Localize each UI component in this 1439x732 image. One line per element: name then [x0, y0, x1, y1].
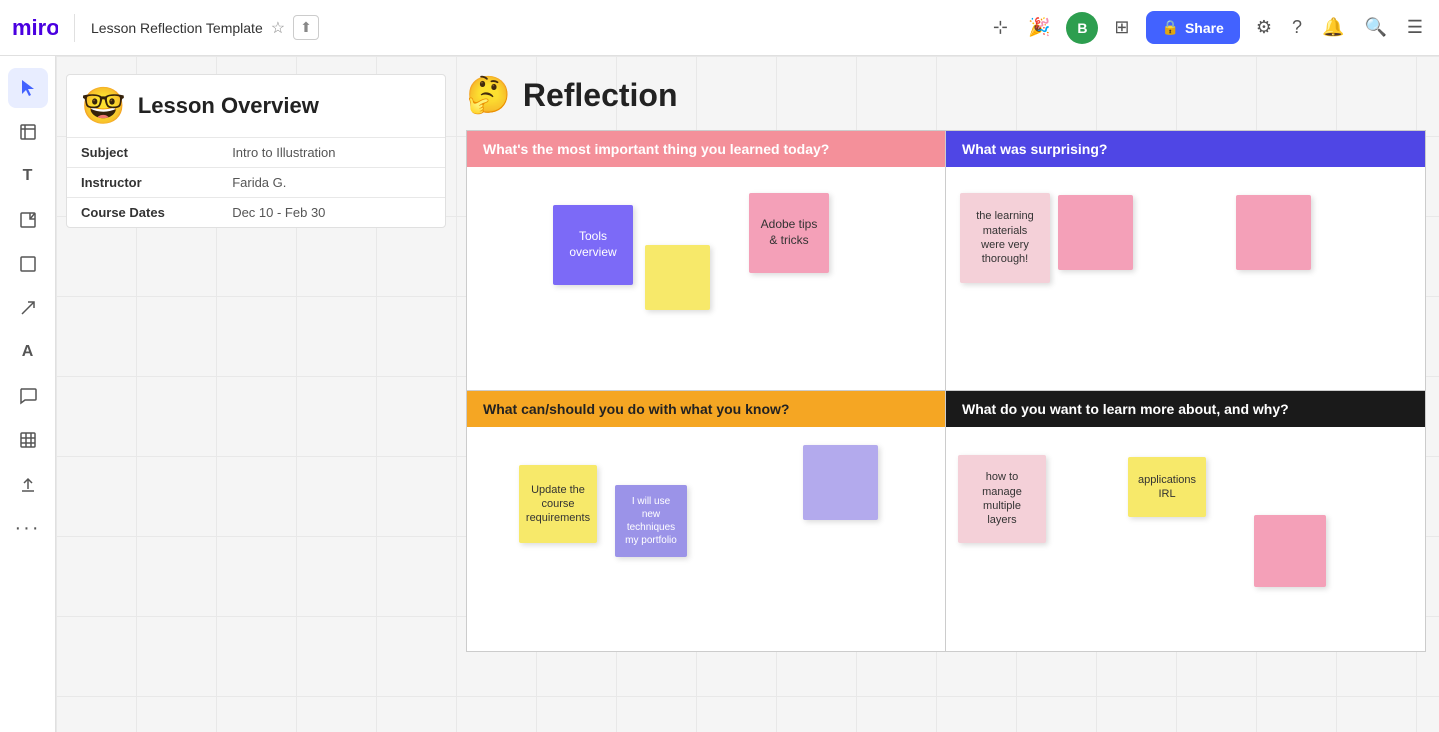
sidebar-shape-tool[interactable]	[8, 244, 48, 284]
sidebar-select-tool[interactable]	[8, 68, 48, 108]
sidebar-table-tool[interactable]	[8, 420, 48, 460]
user-avatar[interactable]: B	[1066, 12, 1098, 44]
sticky-pink-blank-3[interactable]	[1254, 515, 1326, 587]
quadrant-learn-more: What do you want to learn more about, an…	[946, 391, 1425, 651]
sidebar-font-tool[interactable]: A	[8, 332, 48, 372]
sticky-text: Tools overview	[563, 229, 623, 260]
sticky-text: the learning materials were very thoroug…	[970, 209, 1040, 266]
topbar-divider	[74, 14, 75, 42]
table-row: Instructor Farida G.	[67, 168, 445, 198]
reflection-section: 🤔 Reflection What's the most important t…	[466, 74, 1426, 652]
reflection-grid: What's the most important thing you lear…	[466, 130, 1426, 652]
title-area: Lesson Reflection Template ☆ ⬆	[91, 15, 319, 40]
sticky-new-techniques[interactable]: I will use new techniques my portfolio	[615, 485, 687, 557]
course-dates-value: Dec 10 - Feb 30	[218, 198, 445, 228]
sticky-manage-layers[interactable]: how to manage multiple layers	[958, 455, 1046, 543]
sidebar-upload-tool[interactable]	[8, 464, 48, 504]
course-dates-label: Course Dates	[67, 198, 218, 228]
document-title: Lesson Reflection Template	[91, 20, 263, 36]
notifications-icon[interactable]: 🔔	[1318, 13, 1348, 42]
sticky-adobe-tips[interactable]: Adobe tips & tricks	[749, 193, 829, 273]
sidebar-more-tool[interactable]: ···	[8, 508, 48, 548]
q1-body: Tools overview Adobe tips & tricks	[467, 167, 945, 387]
lesson-overview-emoji: 🤓	[81, 85, 126, 127]
reflection-title: Reflection	[523, 77, 678, 114]
table-row: Course Dates Dec 10 - Feb 30	[67, 198, 445, 228]
sticky-tools-overview[interactable]: Tools overview	[553, 205, 633, 285]
sticky-text: Update the course requirements	[526, 483, 590, 526]
sticky-text: how to manage multiple layers	[968, 470, 1036, 527]
sticky-lavender-blank[interactable]	[803, 445, 878, 520]
q1-header: What's the most important thing you lear…	[467, 131, 945, 167]
lesson-overview-table: Subject Intro to Illustration Instructor…	[67, 137, 445, 227]
instructor-value: Farida G.	[218, 168, 445, 198]
quadrant-most-important: What's the most important thing you lear…	[467, 131, 946, 391]
lesson-overview-header: 🤓 Lesson Overview	[67, 75, 445, 137]
sidebar-comment-tool[interactable]	[8, 376, 48, 416]
q4-body: how to manage multiple layers applicatio…	[946, 427, 1425, 647]
subject-label: Subject	[67, 138, 218, 168]
sticky-learning-materials[interactable]: the learning materials were very thoroug…	[960, 193, 1050, 283]
lesson-overview-title: Lesson Overview	[138, 93, 319, 119]
sticky-text: applications IRL	[1138, 473, 1196, 502]
help-icon[interactable]: ?	[1288, 13, 1306, 42]
lock-icon: 🔒	[1162, 19, 1179, 36]
menu-icon[interactable]: ☰	[1403, 13, 1427, 42]
sidebar-arrow-tool[interactable]	[8, 288, 48, 328]
quadrant-surprising: What was surprising? the learning materi…	[946, 131, 1425, 391]
quadrant-what-to-do: What can/should you do with what you kno…	[467, 391, 946, 651]
cursor-icon[interactable]: ⊹	[989, 13, 1012, 42]
reflection-emoji: 🤔	[466, 74, 511, 116]
search-icon[interactable]: 🔍	[1360, 13, 1390, 42]
topbar: miro Lesson Reflection Template ☆ ⬆ ⊹ 🎉 …	[0, 0, 1439, 56]
settings-icon[interactable]: ⚙	[1252, 13, 1276, 42]
q3-body: Update the course requirements I will us…	[467, 427, 945, 647]
q2-body: the learning materials were very thoroug…	[946, 167, 1425, 387]
svg-text:miro: miro	[12, 17, 58, 39]
logo: miro	[12, 17, 58, 39]
apps-icon[interactable]: ⊞	[1110, 13, 1133, 42]
q2-header: What was surprising?	[946, 131, 1425, 167]
sticky-applications-irl[interactable]: applications IRL	[1128, 457, 1206, 517]
q3-header: What can/should you do with what you kno…	[467, 391, 945, 427]
sidebar-frames-tool[interactable]	[8, 112, 48, 152]
lesson-overview-card: 🤓 Lesson Overview Subject Intro to Illus…	[66, 74, 446, 228]
sticky-pink-blank-2[interactable]	[1236, 195, 1311, 270]
sidebar-sticky-tool[interactable]	[8, 200, 48, 240]
table-row: Subject Intro to Illustration	[67, 138, 445, 168]
share-button[interactable]: 🔒 Share	[1146, 11, 1240, 44]
q4-header: What do you want to learn more about, an…	[946, 391, 1425, 427]
sidebar: T A	[0, 56, 56, 732]
instructor-label: Instructor	[67, 168, 218, 198]
sticky-update-course[interactable]: Update the course requirements	[519, 465, 597, 543]
sticky-text: I will use new techniques my portfolio	[625, 495, 677, 547]
reflection-header: 🤔 Reflection	[466, 74, 1426, 116]
sticky-yellow-1[interactable]	[645, 245, 710, 310]
favorite-icon[interactable]: ☆	[271, 18, 285, 38]
sidebar-text-tool[interactable]: T	[8, 156, 48, 196]
right-actions: ⊹ 🎉 B ⊞ 🔒 Share ⚙ ? 🔔 🔍 ☰	[989, 11, 1427, 44]
sticky-pink-blank-1[interactable]	[1058, 195, 1133, 270]
sticky-text: Adobe tips & tricks	[759, 217, 819, 248]
canvas: 🤓 Lesson Overview Subject Intro to Illus…	[56, 56, 1439, 732]
subject-value: Intro to Illustration	[218, 138, 445, 168]
share-label: Share	[1185, 20, 1224, 36]
reactions-icon[interactable]: 🎉	[1024, 13, 1054, 42]
share-upload-icon[interactable]: ⬆	[293, 15, 319, 40]
